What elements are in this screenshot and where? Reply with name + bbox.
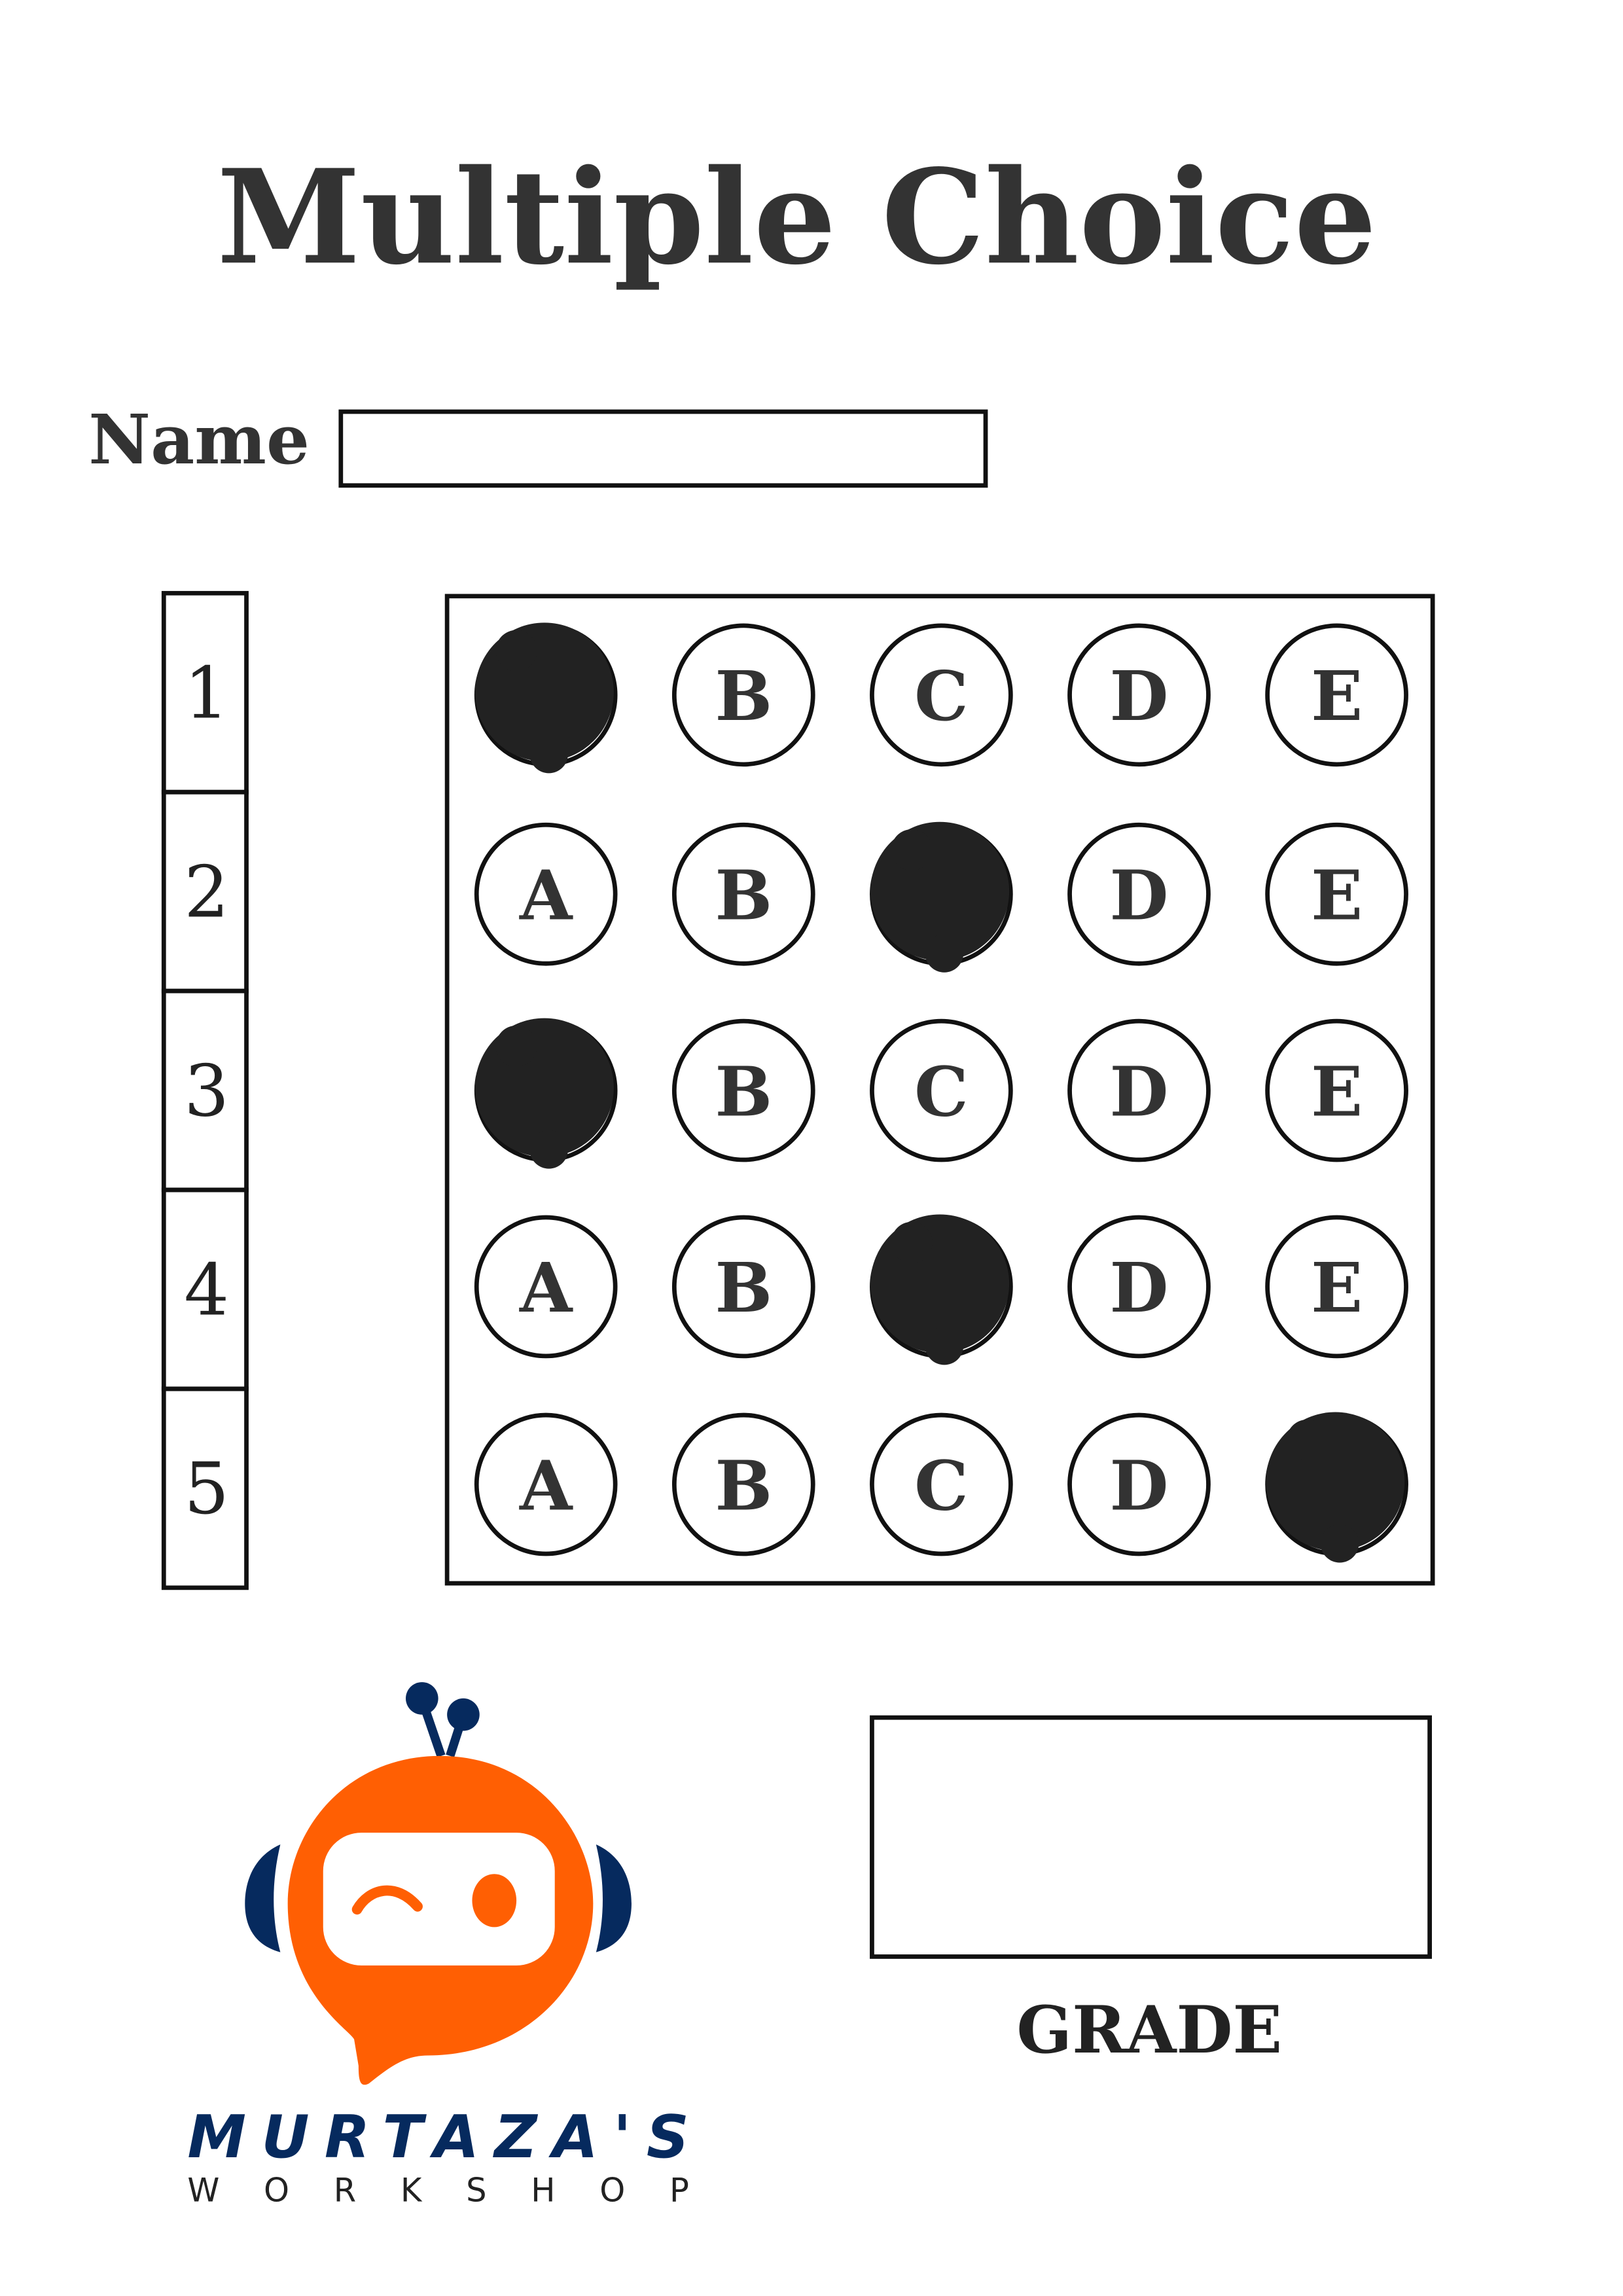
bubble-q1-c[interactable]: C — [870, 623, 1013, 767]
question-number: 4 — [184, 1249, 229, 1331]
bubble-q5-a[interactable]: A — [474, 1412, 618, 1556]
bubble-q5-d[interactable]: D — [1067, 1412, 1211, 1556]
bubble-letter: B — [715, 857, 772, 936]
bubble-q2-e[interactable]: E — [1265, 822, 1408, 966]
question-number: 3 — [184, 1050, 229, 1132]
bubble-q4-d[interactable]: D — [1067, 1215, 1211, 1359]
bubble-letter: E — [1311, 1249, 1363, 1328]
bubble-letter: E — [1311, 857, 1363, 936]
name-label: Name — [88, 401, 310, 480]
name-field[interactable] — [338, 409, 988, 488]
bubble-letter: D — [1110, 857, 1169, 936]
answer-sheet: Multiple Choice Name 1 2 3 4 5 B C D E A B D E B C D E A… — [0, 0, 1623, 2296]
page-title: Multiple Choice — [217, 141, 1376, 293]
bubble-letter: A — [519, 1249, 573, 1328]
bubble-letter: B — [715, 657, 772, 736]
bubble-letter: B — [715, 1446, 772, 1526]
bubble-q1-e[interactable]: E — [1265, 623, 1408, 767]
question-number: 5 — [184, 1448, 229, 1530]
bubble-q4-a[interactable]: A — [474, 1215, 618, 1359]
bubble-q5-c[interactable]: C — [870, 1412, 1013, 1556]
bubble-letter: C — [914, 1446, 969, 1526]
bubble-letter: A — [519, 857, 573, 936]
bubble-q1-b[interactable]: B — [671, 623, 815, 767]
bubble-letter: B — [715, 1249, 772, 1328]
bubble-letter: D — [1110, 1052, 1169, 1132]
bubble-letter: D — [1110, 1249, 1169, 1328]
bubble-q2-b[interactable]: B — [671, 822, 815, 966]
logo-name: MURTAZA'S — [187, 2103, 689, 2172]
bubble-q2-a[interactable]: A — [474, 822, 618, 966]
grade-label: GRADE — [1016, 1992, 1282, 2068]
bubble-letter: B — [715, 1052, 772, 1132]
bubble-q3-e[interactable]: E — [1265, 1018, 1408, 1162]
bubble-letter: C — [914, 657, 969, 736]
bubble-letter: C — [914, 1052, 969, 1132]
bubble-q1-d[interactable]: D — [1067, 623, 1211, 767]
bubble-q5-b[interactable]: B — [671, 1412, 815, 1556]
bubble-q3-c[interactable]: C — [870, 1018, 1013, 1162]
bubble-q4-b[interactable]: B — [671, 1215, 815, 1359]
bubble-letter: D — [1110, 1446, 1169, 1526]
question-number: 1 — [184, 653, 229, 735]
bubble-q3-b[interactable]: B — [671, 1018, 815, 1162]
grade-box[interactable] — [870, 1715, 1433, 1959]
bubble-letter: D — [1110, 657, 1169, 736]
bubble-letter: E — [1311, 1052, 1363, 1132]
bubble-letter: E — [1311, 657, 1363, 736]
question-number: 2 — [184, 851, 229, 933]
bubble-q3-d[interactable]: D — [1067, 1018, 1211, 1162]
bubble-q2-d[interactable]: D — [1067, 822, 1211, 966]
bubble-q4-e[interactable]: E — [1265, 1215, 1408, 1359]
bubble-letter: A — [519, 1446, 573, 1526]
